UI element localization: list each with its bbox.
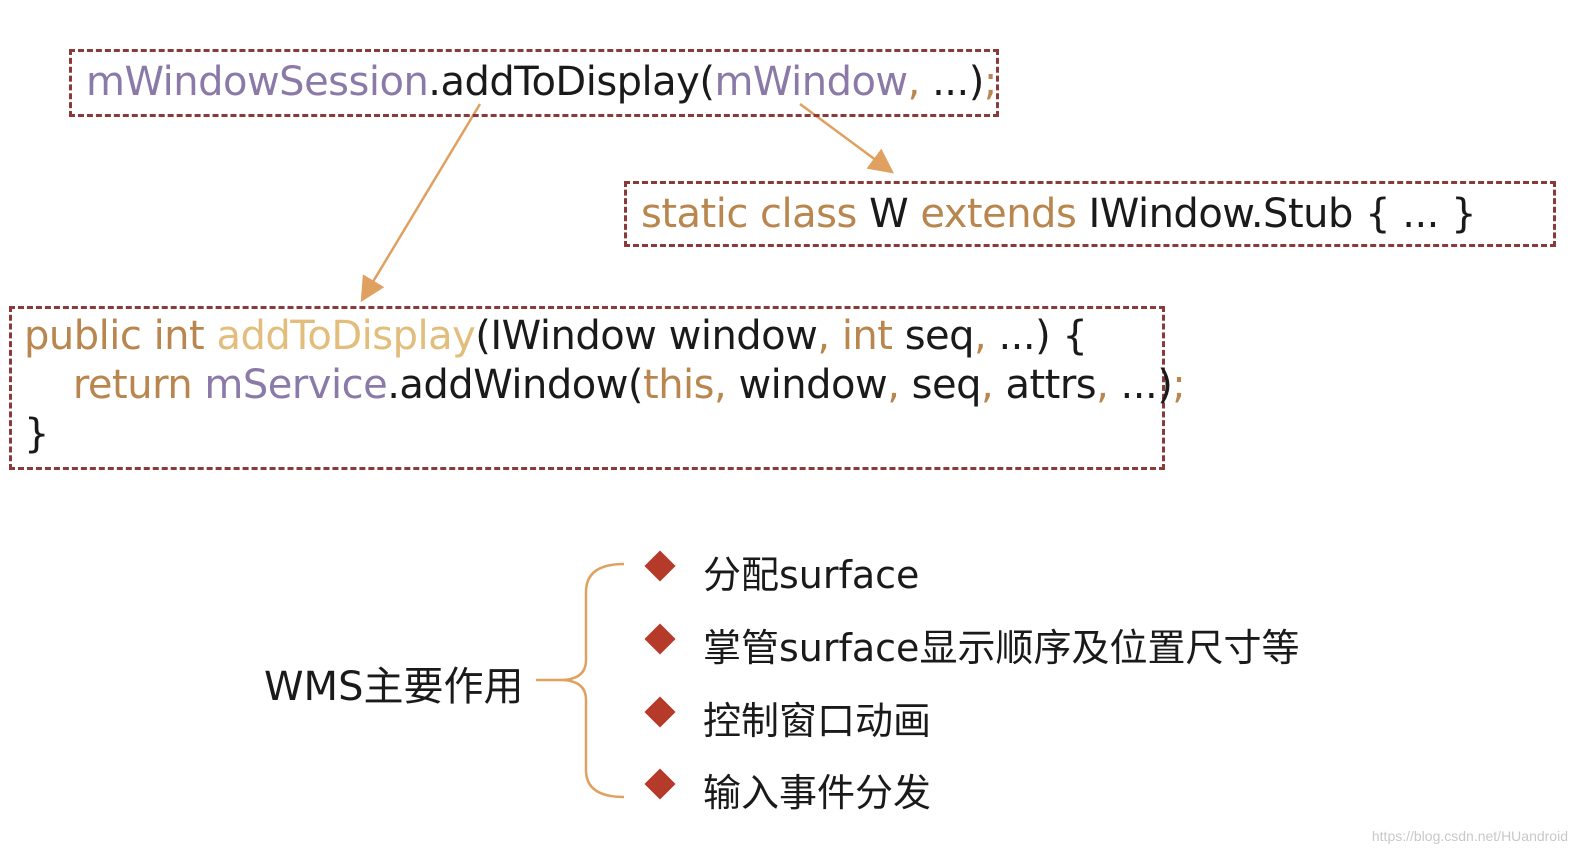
code-token: ; — [1172, 362, 1186, 408]
watermark: https://blog.csdn.net/HUandroid — [1371, 828, 1568, 844]
code-token: , — [974, 313, 999, 359]
code-token: mWindowSession — [86, 59, 429, 105]
code-token: this — [643, 362, 715, 408]
static-class-code-line: static class W extends IWindow.Stub { ..… — [641, 188, 1477, 240]
code-token: ...) { — [998, 313, 1088, 359]
code-line: return mService.addWindow(this, window, … — [24, 361, 1186, 410]
code-token: , — [981, 362, 1006, 408]
call-code-line: mWindowSession.addToDisplay(mWindow, ...… — [86, 56, 997, 108]
code-line: } — [24, 410, 1185, 459]
code-token: static class — [641, 191, 870, 237]
method-code: public int addToDisplay(IWindow window, … — [24, 312, 1186, 459]
code-token: IWindow.Stub { ... } — [1088, 191, 1477, 237]
code-token: , — [887, 362, 912, 408]
code-token: attrs — [1005, 362, 1097, 408]
arrow-to-addtodisplay — [360, 103, 482, 303]
code-token: seq — [911, 362, 982, 408]
curly-brace — [559, 562, 625, 799]
code-token: mWindow — [714, 59, 908, 105]
code-token: } — [24, 411, 49, 457]
code-token: window — [738, 362, 888, 408]
code-token: extends — [920, 191, 1089, 237]
code-token: , — [1096, 362, 1121, 408]
code-token: int — [841, 313, 905, 359]
code-token: addToDisplay — [216, 313, 476, 359]
code-token: , — [817, 313, 842, 359]
code-token: .addToDisplay( — [428, 59, 715, 105]
code-token: return — [24, 362, 205, 408]
code-token: mService — [204, 362, 388, 408]
code-token: , — [714, 362, 739, 408]
wms-item-4: 输入事件分发 — [703, 771, 932, 815]
code-token: W — [869, 191, 921, 237]
code-token: public int — [24, 313, 217, 359]
wms-item-3: 控制窗口动画 — [703, 699, 932, 743]
wms-item-1: 分配surface — [703, 553, 920, 597]
code-token: ...) — [1120, 362, 1173, 408]
code-token: .addWindow( — [387, 362, 644, 408]
code-token: seq — [904, 313, 975, 359]
code-token: , — [907, 59, 933, 105]
code-token: ...) — [932, 59, 984, 105]
code-token: (IWindow window — [475, 313, 818, 359]
wms-label: WMS主要作用 — [264, 664, 524, 710]
code-line: public int addToDisplay(IWindow window, … — [24, 312, 1185, 361]
wms-item-2: 掌管surface显示顺序及位置尺寸等 — [703, 626, 1300, 670]
code-token: ; — [983, 59, 997, 105]
